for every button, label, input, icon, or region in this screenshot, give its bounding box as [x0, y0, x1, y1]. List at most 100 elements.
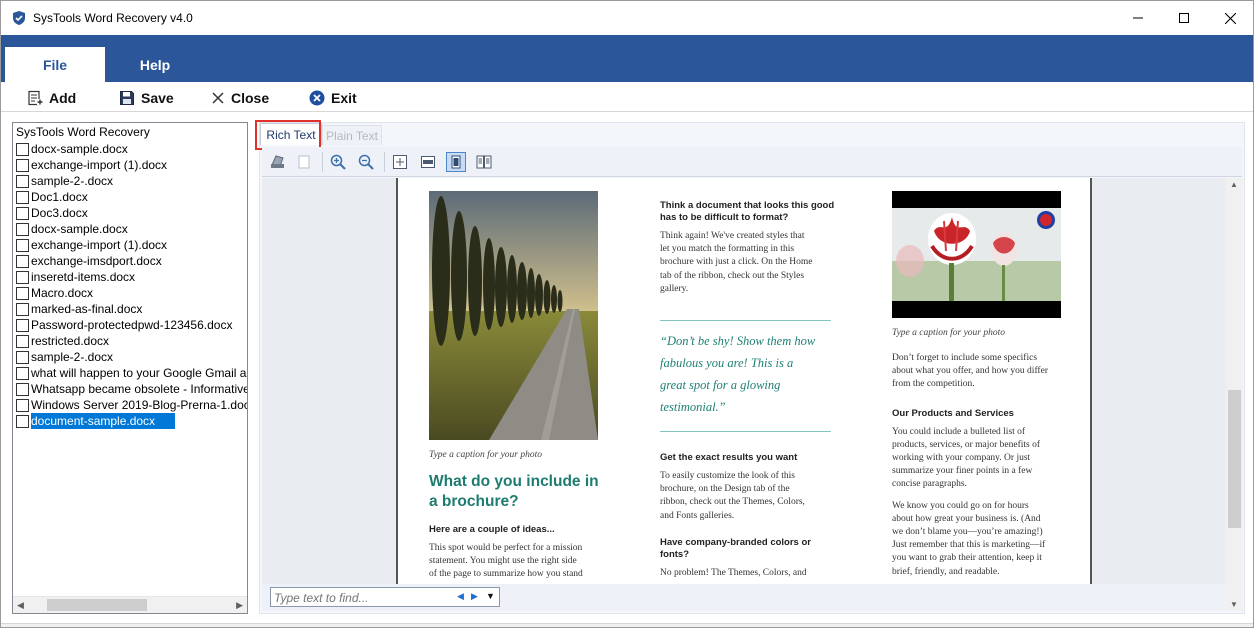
list-item[interactable]: exchange-imsdport.docx: [16, 253, 247, 269]
find-input[interactable]: [274, 590, 444, 605]
file-checkbox[interactable]: [16, 142, 29, 156]
close-icon: [1224, 12, 1236, 24]
list-item-selected[interactable]: document-sample.docx: [16, 413, 247, 429]
file-checkbox[interactable]: [16, 366, 29, 380]
tree-root-label[interactable]: SysTools Word Recovery: [16, 125, 150, 139]
list-item[interactable]: inseretd-items.docx: [16, 269, 247, 285]
scroll-right-icon[interactable]: ▶: [236, 600, 243, 611]
file-checkbox[interactable]: [16, 318, 29, 332]
quote-rule-top: [660, 320, 831, 321]
file-name: document-sample.docx: [31, 413, 176, 429]
paragraph-line: You could include a bulleted list of: [892, 426, 1026, 437]
scroll-down-icon[interactable]: ▼: [1230, 600, 1238, 609]
fit-width-button[interactable]: [418, 152, 438, 172]
find-bar: ◀ ▶ ▼: [262, 584, 1226, 611]
list-item[interactable]: restricted.docx: [16, 333, 247, 349]
file-name: inseretd-items.docx: [31, 270, 136, 284]
quote-line: testimonial.”: [660, 400, 726, 414]
file-checkbox[interactable]: [16, 238, 29, 252]
list-item[interactable]: docx-sample.docx: [16, 221, 247, 237]
find-options-dropdown-icon[interactable]: ▼: [486, 591, 495, 601]
file-checkbox[interactable]: [16, 270, 29, 284]
section-heading: Think a document that looks this good: [660, 200, 835, 211]
file-checkbox[interactable]: [16, 286, 29, 300]
scroll-up-icon[interactable]: ▲: [1230, 180, 1238, 189]
file-checkbox[interactable]: [16, 158, 29, 172]
close-button[interactable]: Close: [211, 88, 269, 108]
tab-help[interactable]: Help: [105, 47, 205, 82]
list-item[interactable]: sample-2-.docx: [16, 173, 247, 189]
paragraph-line: To easily customize the look of this: [660, 471, 795, 481]
list-item[interactable]: Windows Server 2019-Blog-Prerna-1.doc: [16, 397, 247, 413]
list-item[interactable]: what will happen to your Google Gmail a: [16, 365, 247, 381]
file-name: docx-sample.docx: [31, 142, 128, 156]
scroll-left-icon[interactable]: ◀: [17, 600, 24, 611]
two-page-button[interactable]: [474, 152, 494, 172]
list-item[interactable]: Macro.docx: [16, 285, 247, 301]
find-next-icon[interactable]: ▶: [471, 591, 478, 602]
paragraph-line: gallery.: [660, 283, 689, 294]
file-checkbox[interactable]: [16, 174, 29, 188]
fit-width-icon: [421, 156, 435, 168]
zoom-out-button[interactable]: [356, 152, 376, 172]
tab-rich-text[interactable]: Rich Text: [260, 123, 322, 145]
file-checkbox[interactable]: [16, 302, 29, 316]
column-right: Type a caption for your photo Don’t forg…: [892, 328, 1082, 579]
list-item[interactable]: Password-protectedpwd-123456.docx: [16, 317, 247, 333]
single-page-icon: [451, 155, 461, 169]
file-list: docx-sample.docx exchange-import (1).doc…: [16, 141, 247, 429]
title-bar: SysTools Word Recovery v4.0: [1, 1, 1253, 35]
exit-label: Exit: [331, 90, 357, 106]
horizontal-scrollbar[interactable]: ◀ ▶: [13, 596, 247, 613]
scroll-thumb[interactable]: [1228, 390, 1241, 528]
list-item[interactable]: docx-sample.docx: [16, 141, 247, 157]
zoom-in-button[interactable]: [328, 152, 348, 172]
document-viewer[interactable]: Type a caption for your photo What do yo…: [262, 178, 1226, 584]
close-x-icon: [212, 92, 224, 104]
paragraph-line: and Fonts galleries.: [660, 510, 735, 521]
copy-button[interactable]: [294, 152, 314, 172]
tab-plain-text[interactable]: Plain Text: [322, 125, 382, 145]
photo-caption: Type a caption for your photo: [892, 328, 1006, 338]
vertical-scrollbar[interactable]: ▲ ▼: [1226, 178, 1243, 611]
file-checkbox[interactable]: [16, 254, 29, 268]
add-button[interactable]: Add: [27, 88, 76, 108]
file-checkbox[interactable]: [16, 414, 29, 428]
file-checkbox[interactable]: [16, 190, 29, 204]
close-window-button[interactable]: [1207, 1, 1253, 35]
find-previous-icon[interactable]: ◀: [457, 591, 464, 602]
save-button[interactable]: Save: [119, 88, 174, 108]
section-heading: Our Products and Services: [892, 407, 1014, 419]
list-item[interactable]: marked-as-final.docx: [16, 301, 247, 317]
paragraph-line: products, services, or major benefits of: [892, 439, 1040, 450]
exit-button[interactable]: Exit: [309, 88, 357, 108]
column-left: Type a caption for your photo What do yo…: [429, 450, 609, 582]
file-checkbox[interactable]: [16, 382, 29, 396]
single-page-button[interactable]: [446, 152, 466, 172]
column-middle: Think a document that looks this good ha…: [660, 200, 840, 296]
list-item[interactable]: exchange-import (1).docx: [16, 237, 247, 253]
file-checkbox[interactable]: [16, 334, 29, 348]
tab-file[interactable]: File: [5, 47, 105, 82]
section-heading: has to be difficult to format?: [660, 212, 789, 223]
paragraph-line: ribbon, check out the Themes, Colors,: [660, 497, 805, 508]
list-item[interactable]: exchange-import (1).docx: [16, 157, 247, 173]
scroll-thumb[interactable]: [47, 599, 147, 611]
file-name: sample-2-.docx: [31, 350, 114, 364]
paragraph-line: summarize your finer points in a few: [892, 466, 1033, 477]
file-checkbox[interactable]: [16, 222, 29, 236]
maximize-button[interactable]: [1161, 1, 1207, 35]
add-label: Add: [49, 90, 77, 106]
file-checkbox[interactable]: [16, 206, 29, 220]
save-icon: [120, 91, 134, 105]
minimize-button[interactable]: [1115, 1, 1161, 35]
fit-page-button[interactable]: [390, 152, 410, 172]
file-checkbox[interactable]: [16, 350, 29, 364]
list-item[interactable]: Whatsapp became obsolete - Informative: [16, 381, 247, 397]
list-item[interactable]: Doc3.docx: [16, 205, 247, 221]
list-item[interactable]: Doc1.docx: [16, 189, 247, 205]
document-page: Type a caption for your photo What do yo…: [396, 178, 1092, 584]
print-button[interactable]: [268, 152, 288, 172]
list-item[interactable]: sample-2-.docx: [16, 349, 247, 365]
file-checkbox[interactable]: [16, 398, 29, 412]
